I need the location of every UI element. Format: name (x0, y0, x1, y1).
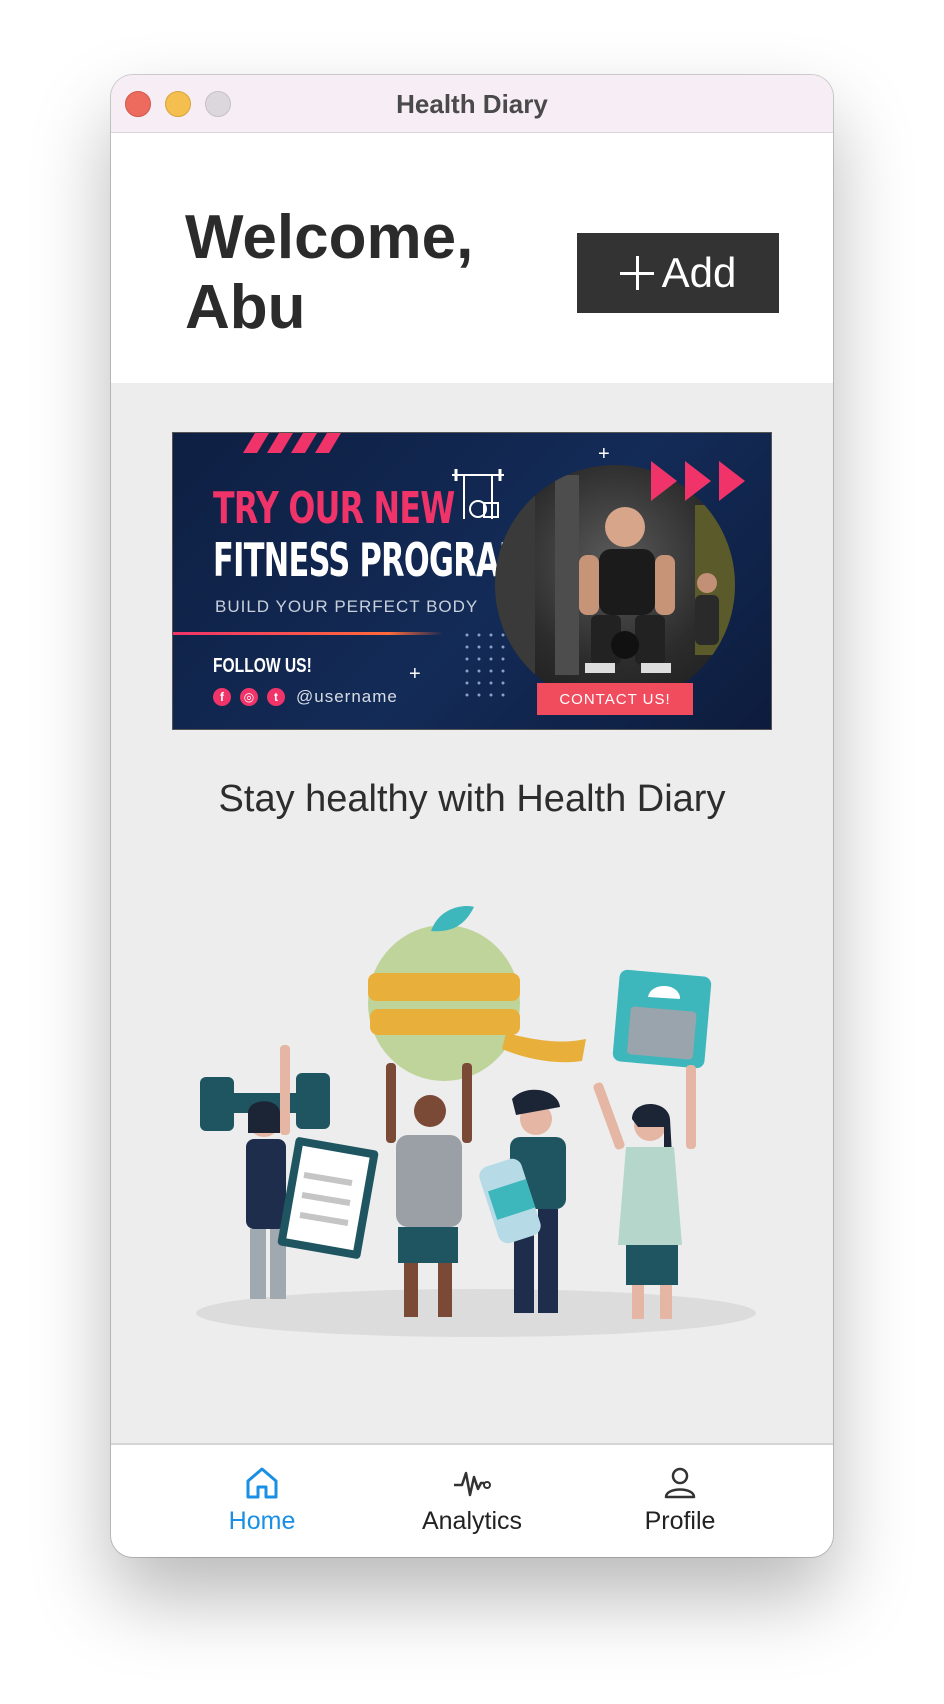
tab-analytics[interactable]: Analytics (397, 1465, 547, 1536)
tab-analytics-label: Analytics (421, 1507, 523, 1535)
twitter-icon: t (267, 688, 285, 706)
sparkle-icon: + (409, 663, 421, 685)
person-icon (664, 1467, 696, 1499)
pulse-icon (454, 1471, 491, 1497)
banner-headline-1: TRY OUR NEW (213, 483, 455, 534)
instagram-icon: ◎ (240, 688, 258, 706)
banner-divider (173, 632, 443, 635)
welcome-heading: Welcome, Abu (185, 203, 474, 342)
arrows-decoration (651, 461, 745, 501)
fitness-banner: TRY OUR NEW FITNESS PROGRAM BUILD YOUR P… (172, 432, 772, 730)
sparkle-icon: + (598, 443, 610, 465)
window-title: Health Diary (396, 89, 548, 119)
follow-label: FOLLOW US! (213, 655, 312, 677)
facebook-icon: f (213, 688, 231, 706)
tab-profile-label: Profile (644, 1507, 716, 1535)
social-handle: @username (296, 687, 398, 706)
title-bar: Health Diary (111, 75, 833, 133)
person-figure (386, 1063, 472, 1317)
tab-profile[interactable]: Profile (605, 1465, 755, 1536)
home-icon (246, 1467, 278, 1499)
apple-icon (368, 905, 586, 1081)
banner-subtitle: BUILD YOUR PERFECT BODY (215, 597, 479, 616)
person-figure (479, 1089, 566, 1313)
contact-us-button[interactable]: CONTACT US! (537, 683, 693, 715)
app-window: Health Diary Welcome, Abu Add TRY OUR NE… (111, 75, 833, 1557)
add-button-label: Add (661, 249, 737, 296)
person-figure (593, 1065, 696, 1319)
social-links: f ◎ t @username (213, 687, 398, 707)
scale-icon (612, 969, 712, 1069)
add-button[interactable]: Add (577, 233, 779, 313)
plus-icon (619, 256, 654, 290)
tab-home[interactable]: Home (187, 1465, 337, 1536)
fitness-people-illustration (196, 905, 756, 1337)
header: Welcome, Abu Add (111, 133, 833, 383)
stripes-decoration (243, 433, 341, 453)
banner-headline-2: FITNESS PROGRAM (213, 533, 529, 587)
tagline: Stay healthy with Health Diary (218, 778, 726, 820)
barbell-icon (452, 469, 504, 519)
tab-home-label: Home (228, 1507, 296, 1535)
tab-bar: Home Analytics Profile (111, 1443, 833, 1557)
